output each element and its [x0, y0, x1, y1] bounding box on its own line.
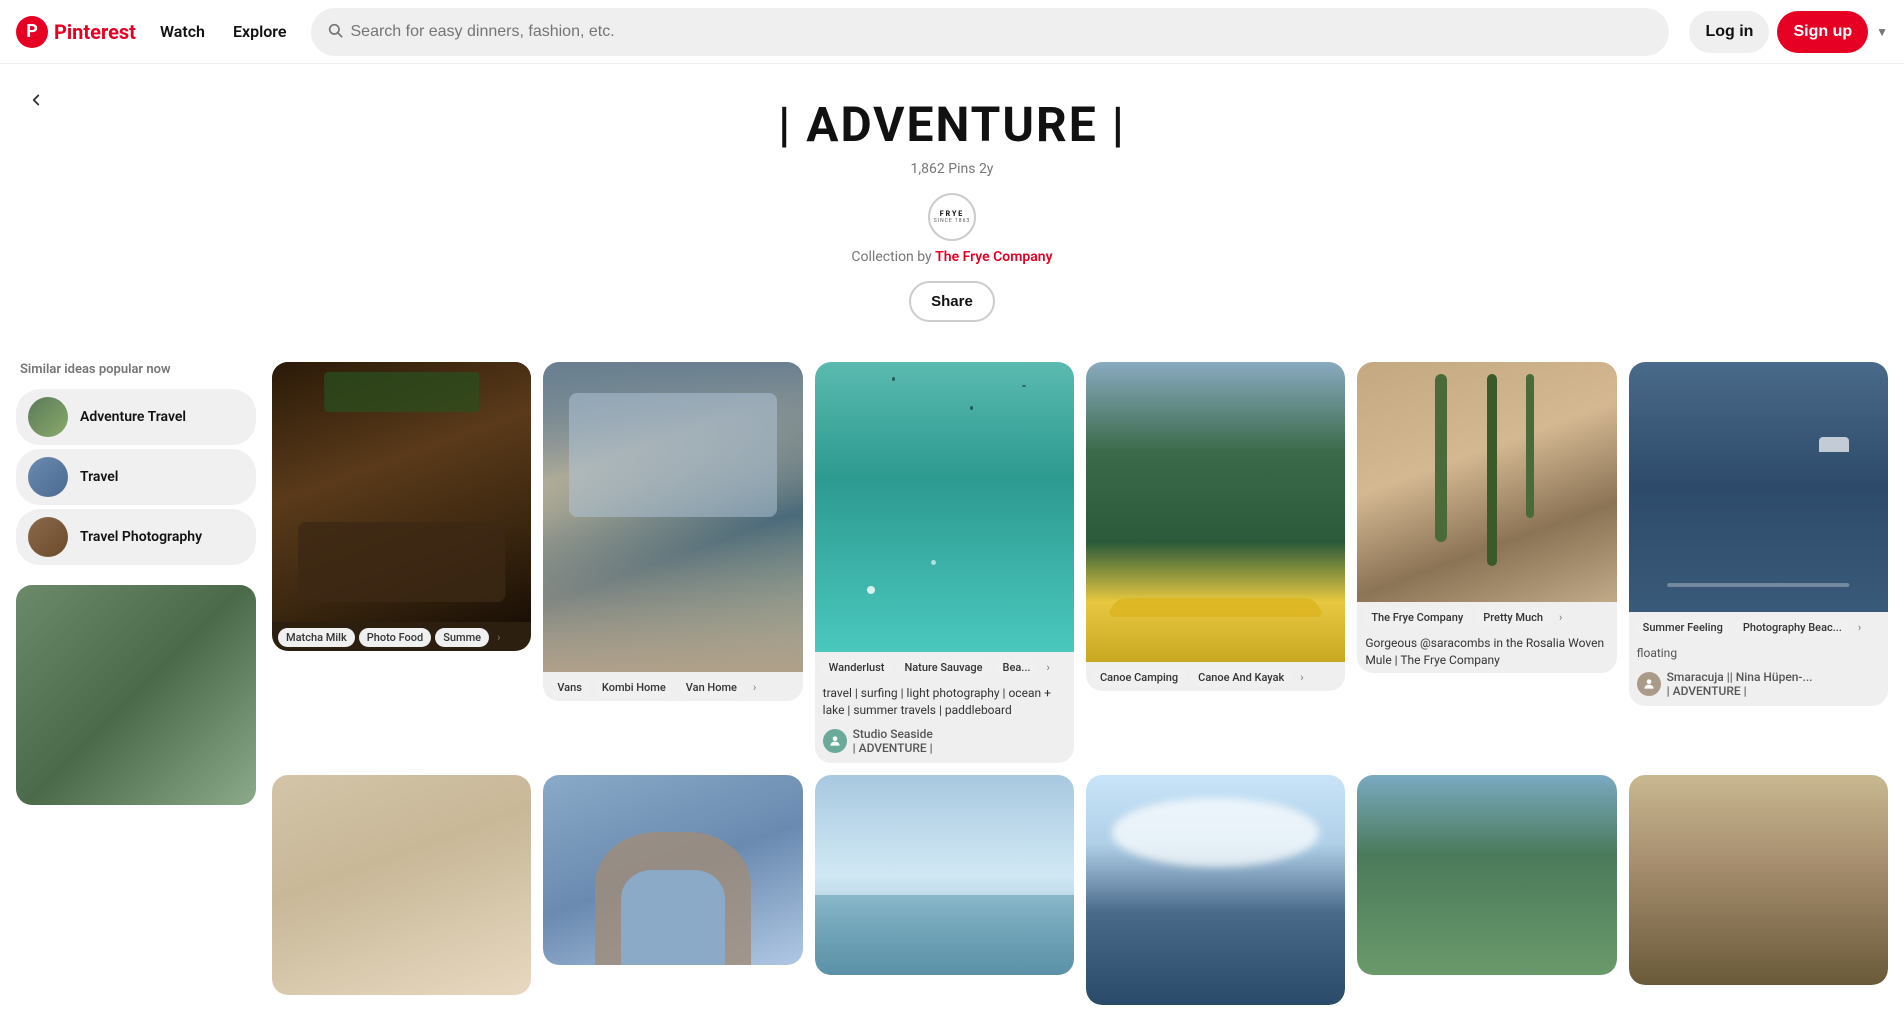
pin-user: Studio Seaside | ADVENTURE | [815, 723, 1074, 763]
tag-pill[interactable]: Photo Food [359, 628, 432, 647]
tag-more: › [1296, 668, 1307, 687]
dropdown-arrow-icon[interactable]: ▼ [1876, 25, 1888, 39]
tag-pill[interactable]: Pretty Much [1475, 608, 1551, 627]
pin-user-board: | ADVENTURE | [853, 741, 933, 755]
pin-user-info: Smaracuja || Nina Hüpen-... | ADVENTURE … [1667, 670, 1813, 698]
pin-tags: The Frye Company Pretty Much › [1357, 602, 1616, 631]
header: P Pinterest Watch Explore Log in Sign up… [0, 0, 1904, 64]
pin-tags: Wanderlust Nature Sauvage Bea... › [815, 652, 1074, 681]
board-title: | ADVENTURE | [0, 96, 1904, 153]
tag-pill[interactable]: Nature Sauvage [896, 658, 990, 677]
share-button[interactable]: Share [909, 281, 995, 322]
search-input[interactable] [351, 23, 1654, 41]
search-bar[interactable] [311, 8, 1670, 56]
collection-author-link[interactable]: The Frye Company [935, 249, 1052, 265]
pin-tags: Summer Feeling Photography Beac... › [1629, 612, 1888, 641]
board-avatar-wrap: FRYE SINCE 1863 [0, 193, 1904, 241]
pin-card[interactable]: Matcha Milk Photo Food Summe › [272, 362, 531, 651]
tag-pill[interactable]: The Frye Company [1363, 608, 1471, 627]
tag-pill[interactable]: Wanderlust [821, 658, 893, 677]
sidebar: Similar ideas popular now Adventure Trav… [16, 362, 256, 805]
frye-logo-top: FRYE [940, 210, 965, 218]
pin-user-name: Studio Seaside [853, 727, 933, 741]
pin-floating: floating [1629, 641, 1888, 666]
pin-card[interactable] [815, 775, 1074, 975]
main-nav: Watch Explore [148, 22, 299, 41]
tag-more: › [1555, 608, 1566, 627]
tag-pill[interactable]: Kombi Home [594, 678, 674, 697]
tag-more: › [1042, 658, 1053, 677]
pin-desc: travel | surfing | light photography | o… [815, 681, 1074, 723]
header-actions: Log in Sign up ▼ [1689, 11, 1888, 53]
tag-pill[interactable]: Van Home [678, 678, 745, 697]
sidebar-title: Similar ideas popular now [16, 362, 256, 377]
signup-button[interactable]: Sign up [1777, 11, 1868, 53]
pin-card[interactable]: The Frye Company Pretty Much › Gorgeous … [1357, 362, 1616, 673]
content-area: Similar ideas popular now Adventure Trav… [0, 346, 1904, 1021]
sidebar-item-adventure-travel[interactable]: Adventure Travel [16, 389, 256, 445]
pin-tags: Matcha Milk Photo Food Summe › [272, 622, 531, 651]
pin-desc: Gorgeous @saracombs in the Rosalia Woven… [1357, 631, 1616, 673]
board-header: | ADVENTURE | 1,862 Pins 2y FRYE SINCE 1… [0, 64, 1904, 346]
pinterest-logo-icon: P [16, 16, 48, 48]
tag-pill[interactable]: Summer Feeling [1635, 618, 1731, 637]
main-content: | ADVENTURE | 1,862 Pins 2y FRYE SINCE 1… [0, 64, 1904, 1021]
pinterest-logo[interactable]: P Pinterest [16, 16, 136, 48]
sidebar-label-travel: Travel [80, 469, 118, 485]
nav-explore[interactable]: Explore [221, 14, 299, 49]
pin-card[interactable] [272, 775, 531, 995]
pin-user-avatar [823, 729, 847, 753]
pin-user-info: Studio Seaside | ADVENTURE | [853, 727, 933, 755]
pins-count: 1,862 Pins [911, 161, 976, 177]
frye-logo-bot: SINCE 1863 [934, 218, 970, 224]
pin-card[interactable]: Vans Kombi Home Van Home › [543, 362, 802, 701]
pin-user-avatar [1637, 672, 1661, 696]
pin-card[interactable]: Summer Feeling Photography Beac... › flo… [1629, 362, 1888, 706]
sidebar-label-travel-photo: Travel Photography [80, 529, 202, 545]
pins-area: Matcha Milk Photo Food Summe › Vans [272, 362, 1888, 1005]
pinterest-logo-text: Pinterest [54, 20, 136, 44]
sidebar-item-travel-photography[interactable]: Travel Photography [16, 509, 256, 565]
tag-pill[interactable]: Canoe Camping [1092, 668, 1186, 687]
tag-pill[interactable]: Photography Beac... [1735, 618, 1850, 637]
tag-pill[interactable]: Canoe And Kayak [1190, 668, 1292, 687]
board-meta: 1,862 Pins 2y [0, 161, 1904, 177]
nav-watch[interactable]: Watch [148, 14, 217, 49]
back-button[interactable] [16, 80, 56, 120]
pin-user: Smaracuja || Nina Hüpen-... | ADVENTURE … [1629, 666, 1888, 706]
board-age: 2y [979, 161, 994, 177]
pin-card[interactable] [1086, 775, 1345, 1005]
sidebar-thumb-travel [28, 457, 68, 497]
pin-card[interactable] [1629, 775, 1888, 985]
pin-card[interactable] [1357, 775, 1616, 975]
pin-card[interactable]: Canoe Camping Canoe And Kayak › [1086, 362, 1345, 691]
pin-user-name: Smaracuja || Nina Hüpen-... [1667, 670, 1813, 684]
sidebar-item-travel[interactable]: Travel [16, 449, 256, 505]
pin-card[interactable] [543, 775, 802, 965]
tag-pill[interactable]: Summe [435, 628, 489, 647]
tag-pill[interactable]: Bea... [995, 658, 1039, 677]
sidebar-label-adventure: Adventure Travel [80, 409, 186, 425]
tag-more: › [493, 628, 504, 647]
pin-user-board: | ADVENTURE | [1667, 684, 1813, 698]
login-button[interactable]: Log in [1689, 11, 1769, 53]
board-avatar[interactable]: FRYE SINCE 1863 [928, 193, 976, 241]
masonry-grid: Matcha Milk Photo Food Summe › Vans [272, 362, 1888, 1005]
tag-more: › [749, 678, 760, 697]
featured-image[interactable] [16, 585, 256, 805]
tag-more: › [1854, 618, 1865, 637]
tag-pill[interactable]: Matcha Milk [278, 628, 355, 647]
pin-tags: Canoe Camping Canoe And Kayak › [1086, 662, 1345, 691]
search-icon [327, 22, 343, 42]
sidebar-thumb-adventure [28, 397, 68, 437]
collection-by: Collection by The Frye Company [0, 249, 1904, 265]
pin-card[interactable]: Wanderlust Nature Sauvage Bea... › trave… [815, 362, 1074, 763]
sidebar-thumb-travel-photo [28, 517, 68, 557]
pin-tags: Vans Kombi Home Van Home › [543, 672, 802, 701]
tag-pill[interactable]: Vans [549, 678, 590, 697]
